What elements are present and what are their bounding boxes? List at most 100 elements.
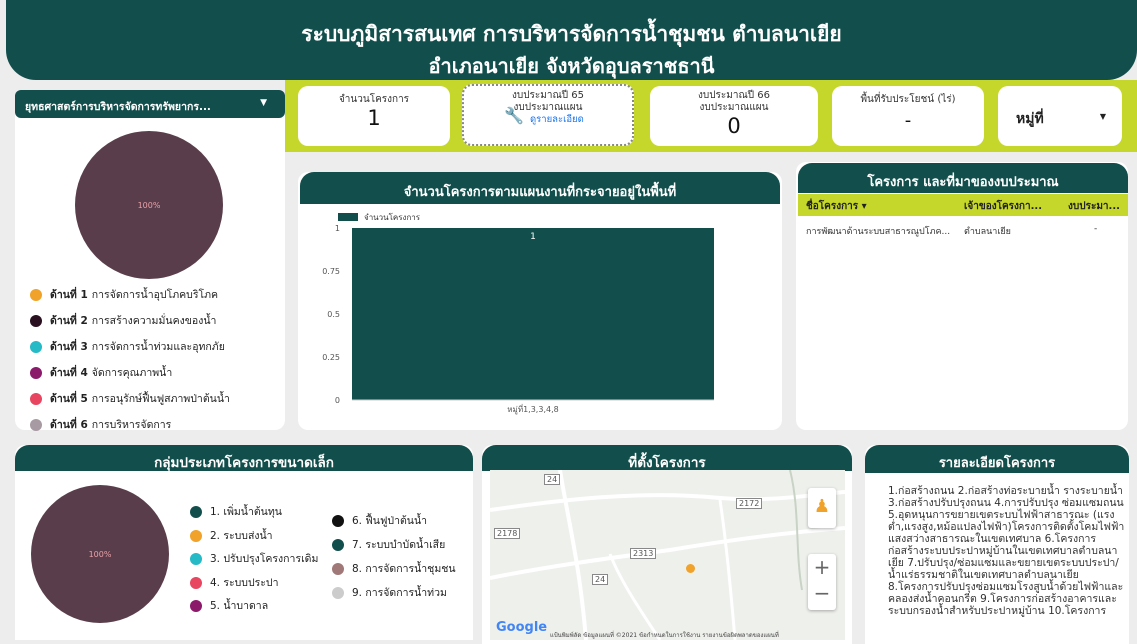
- small-projects-legend-item: 9. การจัดการน้ำท่วม: [332, 584, 447, 601]
- legend-item-text: จัดการคุณภาพน้ำ: [91, 367, 173, 379]
- legend-dot: [30, 289, 42, 301]
- map-footer[interactable]: แป้นพิมพ์ลัด ข้อมูลแผนที่ ©2021 ข้อกำหนด…: [550, 630, 779, 640]
- y-tick-label: 0.25: [322, 353, 340, 362]
- legend-item-text: 7. ระบบบำบัดน้ำเสีย: [352, 539, 446, 551]
- legend-swatch: [338, 213, 358, 221]
- page-title: ระบบภูมิสารสนเทศ การบริหารจัดการน้ำชุมชน…: [301, 22, 842, 46]
- small-projects-legend-item: 3. ปรับปรุงโครงการเดิม: [190, 550, 318, 567]
- legend-dot: [332, 563, 344, 575]
- legend-dot: [30, 315, 42, 327]
- road-label: 2313: [630, 548, 657, 559]
- strategy-legend-item: ด้านที่ 2 การสร้างความมั่นคงของน้ำ: [30, 312, 216, 329]
- village-dropdown-label: หมู่ที่: [1016, 111, 1044, 127]
- legend-item-text: 8. การจัดการน้ำชุมชน: [352, 563, 456, 575]
- road-label: 2172: [736, 498, 763, 509]
- strategy-dropdown-label: ยุทธศาสตร์การบริหารจัดการทรัพยากร...: [25, 101, 211, 113]
- project-location-marker[interactable]: [686, 564, 695, 573]
- strategy-legend-item: ด้านที่ 3 การจัดการน้ำท่วมและอุทกภัย: [30, 338, 225, 355]
- legend-item-text: การจัดการน้ำอุปโภคบริโภค: [91, 289, 219, 301]
- legend-item-title: ด้านที่ 4: [50, 367, 88, 379]
- zoom-out-button[interactable]: −: [808, 580, 836, 606]
- strategy-legend-item: ด้านที่ 1 การจัดการน้ำอุปโภคบริโภค: [30, 286, 218, 303]
- legend-item-title: ด้านที่ 3: [50, 341, 88, 353]
- chevron-down-icon: ▼: [260, 98, 267, 108]
- kpi-budget-66: งบประมาณปี 66 งบประมาณแผน 0: [650, 86, 818, 146]
- bar-data-label: 1: [530, 232, 536, 242]
- strategy-legend-item: ด้านที่ 5 การอนุรักษ์ฟื้นฟูสภาพป่าต้นน้ำ: [30, 390, 230, 407]
- road-label: 24: [592, 574, 609, 585]
- details-title: รายละเอียดโครงการ: [865, 445, 1129, 473]
- kpi-label: พื้นที่รับประโยชน์ (ไร่): [860, 94, 956, 105]
- legend-dot: [30, 419, 42, 431]
- table-cell-budget: -: [1094, 224, 1098, 234]
- legend-item-text: 3. ปรับปรุงโครงการเดิม: [210, 553, 319, 565]
- wrench-icon: 🔧: [504, 106, 524, 125]
- kpi-label: งบประมาณปี 65: [511, 90, 585, 101]
- village-dropdown[interactable]: หมู่ที่ ▼: [998, 86, 1122, 146]
- bar-chart-title: จำนวนโครงการตามแผนงานที่กระจายอยู่ในพื้น…: [300, 172, 780, 204]
- small-projects-legend-item: 6. ฟื้นฟูป่าต้นน้ำ: [332, 512, 427, 529]
- page-subtitle: อำเภอนาเยีย จังหวัดอุบลราชธานี: [428, 54, 715, 78]
- small-projects-legend-item: 4. ระบบประปา: [190, 574, 278, 591]
- legend-item-title: ด้านที่ 1: [50, 289, 88, 301]
- y-tick-label: 1: [335, 224, 340, 233]
- legend-item-title: ด้านที่ 2: [50, 315, 88, 327]
- map-roads: [490, 470, 845, 640]
- kpi-sublabel: งบประมาณแผน: [699, 102, 769, 113]
- small-projects-legend-item: 1. เพิ่มน้ำต้นทุน: [190, 503, 282, 520]
- page-header: ระบบภูมิสารสนเทศ การบริหารจัดการน้ำชุมชน…: [6, 0, 1137, 80]
- legend-item-text: 2. ระบบส่งน้ำ: [210, 529, 273, 542]
- legend-dot: [30, 393, 42, 405]
- table-title: โครงการ และที่มาของงบประมาณ: [798, 163, 1128, 193]
- strategy-pie-chart: 100%: [75, 131, 223, 279]
- details-link[interactable]: ดูรายละเอียด: [530, 112, 584, 127]
- y-tick-label: 0.5: [327, 310, 340, 319]
- legend-item-text: การจัดการน้ำท่วมและอุทกภัย: [91, 341, 225, 353]
- table-cell-name: การพัฒนาด้านระบบสาธารณูปโภค...: [806, 227, 951, 237]
- zoom-in-button[interactable]: +: [808, 554, 836, 580]
- strategy-legend-item: ด้านที่ 6 การบริหารจัดการ: [30, 416, 171, 433]
- bar-chart: จำนวนโครงการ 1 0.75 0.5 0.25 0 1 หมู่ที่1,3,3,4…: [322, 212, 714, 415]
- small-projects-pie-chart: 100%: [31, 485, 169, 623]
- kpi-budget-65[interactable]: งบประมาณปี 65 งบประมาณแผน 🔧 ดูรายละเอียด: [462, 84, 634, 146]
- legend-dot: [332, 515, 344, 527]
- legend-label: จำนวนโครงการ: [364, 212, 421, 222]
- small-projects-legend-item: 8. การจัดการน้ำชุมชน: [332, 560, 456, 577]
- table-col-owner[interactable]: เจ้าของโครงกา...: [964, 199, 1042, 214]
- pie-slice-label: 100%: [138, 201, 161, 210]
- legend-item-text: การอนุรักษ์ฟื้นฟูสภาพป่าต้นน้ำ: [91, 393, 230, 405]
- legend-item-text: 1. เพิ่มน้ำต้นทุน: [210, 506, 282, 518]
- chevron-down-icon: ▼: [1099, 112, 1106, 121]
- strategy-dropdown[interactable]: ยุทธศาสตร์การบริหารจัดการทรัพยากร... ▼: [15, 90, 285, 118]
- road-label: 24: [544, 474, 561, 485]
- legend-dot: [30, 367, 42, 379]
- details-text: 1.ก่อสร้างถนน 2.ก่อสร้างท่อระบายน้ำ รางร…: [888, 485, 1125, 617]
- legend-item-title: ด้านที่ 6: [50, 419, 88, 431]
- strategy-legend-item: ด้านที่ 4 จัดการคุณภาพน้ำ: [30, 364, 172, 381]
- zoom-controls: + −: [808, 554, 836, 610]
- legend-item-text: 4. ระบบประปา: [210, 576, 279, 589]
- legend-dot: [332, 587, 344, 599]
- legend-dot: [332, 539, 344, 551]
- table-col-budget[interactable]: งบประมา...: [1068, 199, 1120, 214]
- bar: [352, 228, 714, 400]
- table-col-name[interactable]: ชื่อโครงการ ▾: [806, 199, 867, 214]
- legend-item-title: ด้านที่ 5: [50, 393, 88, 405]
- small-projects-legend-item: 2. ระบบส่งน้ำ: [190, 527, 273, 544]
- kpi-value: 1: [367, 106, 381, 130]
- legend-item-text: 5. น้ำบาดาล: [210, 600, 269, 612]
- kpi-project-count: จำนวนโครงการ 1: [298, 86, 450, 146]
- small-projects-legend-item: 7. ระบบบำบัดน้ำเสีย: [332, 536, 445, 553]
- google-logo: Google: [496, 620, 548, 635]
- project-map[interactable]: 24 2172 2178 2313 24 ♟ + − Google แป้นพิ…: [490, 470, 845, 640]
- legend-dot: [190, 529, 202, 542]
- table-cell-owner: ตำบลนาเยีย: [964, 227, 1011, 237]
- street-view-pegman-icon[interactable]: ♟: [808, 488, 836, 528]
- kpi-label: งบประมาณปี 66: [697, 90, 771, 101]
- small-projects-legend-item: 5. น้ำบาดาล: [190, 597, 268, 614]
- legend-dot: [190, 506, 202, 518]
- x-tick-label: หมู่ที่1,3,3,4,8: [507, 403, 558, 415]
- legend-item-text: การสร้างความมั่นคงของน้ำ: [91, 315, 217, 327]
- legend-dot: [190, 600, 202, 612]
- pie-slice-label: 100%: [89, 550, 112, 559]
